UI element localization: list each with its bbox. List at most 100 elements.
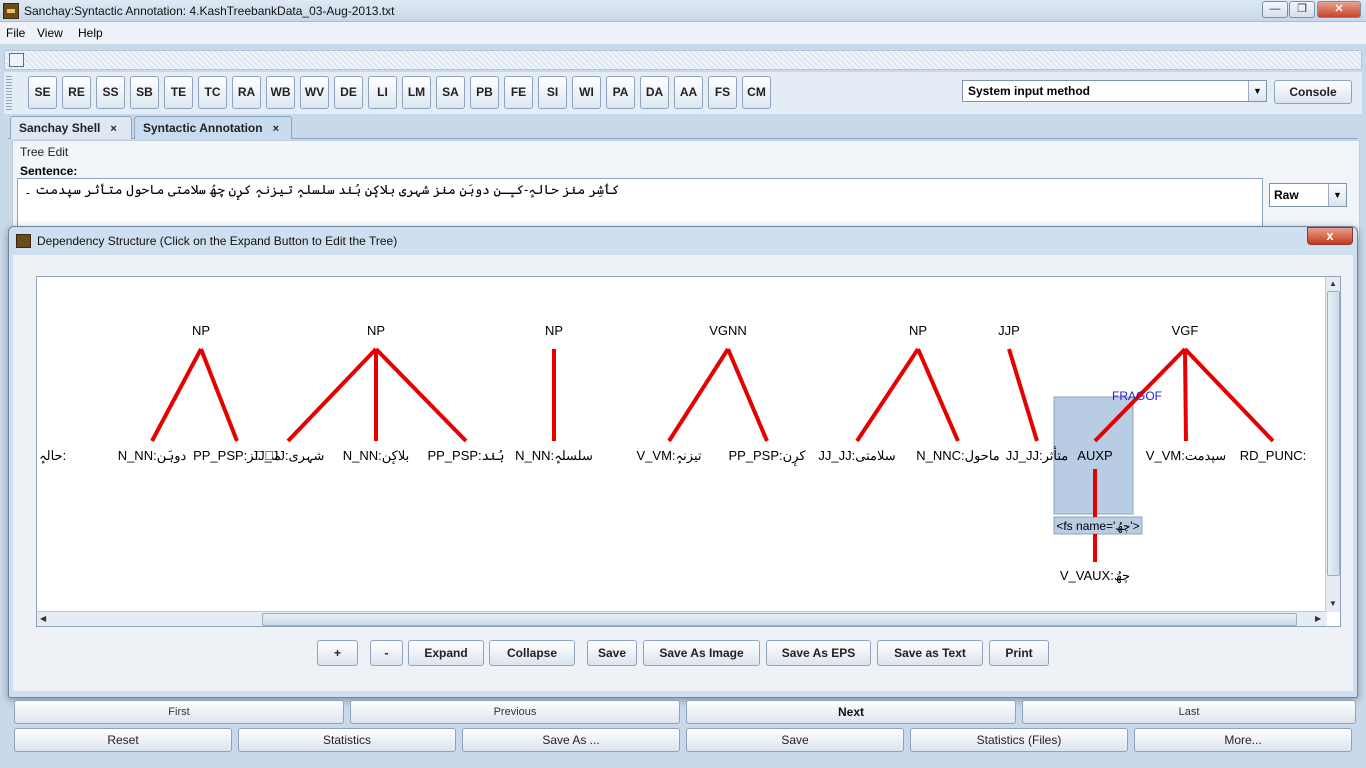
close-dialog-button[interactable]: x	[1307, 227, 1353, 245]
scroll-right-icon[interactable]: ▶	[1315, 614, 1321, 623]
console-button[interactable]: Console	[1274, 80, 1352, 104]
save-as-text-button[interactable]: Save as Text	[877, 640, 983, 666]
reset-button[interactable]: Reset	[14, 728, 232, 752]
word-node: N_NN:سلسلہٕ	[515, 448, 593, 464]
phrase-node: NP	[909, 323, 927, 338]
toolbar-button-si[interactable]: SI	[538, 76, 567, 109]
dependency-edge	[916, 348, 960, 442]
last-button[interactable]: Last	[1022, 700, 1356, 724]
toolbar-button-se[interactable]: SE	[28, 76, 57, 109]
navigation-panel: First Previous Next Last Reset Statistic…	[12, 698, 1360, 764]
toolbar-button-sb[interactable]: SB	[130, 76, 159, 109]
toolbar-button-te[interactable]: TE	[164, 76, 193, 109]
menu-bar: File View Help	[0, 22, 1366, 44]
dependency-edge	[1183, 347, 1275, 443]
more-button[interactable]: More...	[1134, 728, 1352, 752]
close-icon[interactable]: ×	[273, 123, 279, 135]
dependency-edge	[1007, 348, 1039, 442]
window-title: Sanchay:Syntactic Annotation: 4.KashTree…	[24, 4, 395, 18]
toolbar-button-wb[interactable]: WB	[266, 76, 295, 109]
toolbar-button-ra[interactable]: RA	[232, 76, 261, 109]
statistics-files-button[interactable]: Statistics (Files)	[910, 728, 1128, 752]
toolbar-button-wv[interactable]: WV	[300, 76, 329, 109]
vertical-scroll-thumb[interactable]	[1327, 291, 1340, 576]
toolbar-button-aa[interactable]: AA	[674, 76, 703, 109]
word-node: N_NN:دوہَن	[118, 448, 187, 464]
tab-sanchay-shell[interactable]: Sanchay Shell ×	[10, 116, 132, 139]
zoom-in-button[interactable]: +	[317, 640, 358, 666]
tree-canvas[interactable]: NP N_NN:دوہَن PP_PSP:منٛز NP JJ_JJ:شہری N_NN:…	[36, 276, 1341, 627]
word-node: JJ_JJ:سلامتی	[818, 448, 895, 463]
next-button[interactable]: Next	[686, 700, 1016, 724]
save-as-image-button[interactable]: Save As Image	[643, 640, 760, 666]
toolbar-button-cm[interactable]: CM	[742, 76, 771, 109]
toolbar-button-de[interactable]: DE	[334, 76, 363, 109]
save-as-eps-button[interactable]: Save As EPS	[766, 640, 871, 666]
word-node: V_VAUX:چھُ	[1060, 568, 1130, 584]
app-icon	[3, 3, 19, 19]
chevron-down-icon[interactable]: ▼	[1248, 81, 1266, 101]
statistics-button[interactable]: Statistics	[238, 728, 456, 752]
print-button[interactable]: Print	[989, 640, 1049, 666]
word-node: V_VM:سپدمت	[1146, 448, 1226, 464]
dependency-edge	[1183, 348, 1188, 442]
window-icon[interactable]	[9, 53, 24, 67]
tool-strip	[4, 50, 1362, 70]
phrase-node: VGF	[1172, 323, 1199, 338]
title-bar: Sanchay:Syntactic Annotation: 4.KashTree…	[0, 0, 1366, 22]
mode-select[interactable]: Raw ▼	[1269, 183, 1347, 207]
minimize-button[interactable]: —	[1262, 1, 1288, 18]
horizontal-scrollbar[interactable]: ◀ ▶	[37, 611, 1327, 626]
toolbar-button-sa[interactable]: SA	[436, 76, 465, 109]
toolbar-button-li[interactable]: LI	[368, 76, 397, 109]
horizontal-scroll-thumb[interactable]	[262, 613, 1297, 626]
expand-button[interactable]: Expand	[408, 640, 484, 666]
save-button[interactable]: Save	[686, 728, 904, 752]
menu-view[interactable]: View	[37, 26, 63, 40]
toolbar-button-pa[interactable]: PA	[606, 76, 635, 109]
scroll-left-icon[interactable]: ◀	[40, 614, 46, 623]
vertical-scrollbar[interactable]: ▲ ▼	[1325, 277, 1340, 612]
dependency-edge	[150, 348, 203, 442]
tab-bar: Sanchay Shell × Syntactic Annotation ×	[8, 115, 1358, 139]
scroll-up-icon[interactable]: ▲	[1329, 279, 1337, 288]
input-method-select[interactable]: System input method ▼	[962, 80, 1267, 102]
dependency-edge	[855, 347, 920, 443]
close-icon[interactable]: ×	[110, 123, 116, 135]
close-window-button[interactable]: ✕	[1317, 1, 1361, 18]
dependency-tree[interactable]: NPN_NN:دوہَن PP_PSP:منٛزNPJJ_JJ:شہری N_NN:…	[37, 277, 1312, 612]
toolbar-button-fe[interactable]: FE	[504, 76, 533, 109]
word-node: JJ_JJ:متأثر	[1006, 446, 1068, 464]
phrase-node: NP	[192, 323, 210, 338]
tab-label: Sanchay Shell	[19, 121, 101, 135]
toolbar-button-re[interactable]: RE	[62, 76, 91, 109]
scroll-down-icon[interactable]: ▼	[1329, 599, 1337, 608]
dependency-edge	[726, 348, 769, 442]
word-node: PP_PSP:ہُنٛد	[427, 448, 504, 463]
toolbar-button-wi[interactable]: WI	[572, 76, 601, 109]
dependency-edge	[286, 347, 378, 443]
toolbar-button-tc[interactable]: TC	[198, 76, 227, 109]
save-as-button[interactable]: Save As ...	[462, 728, 680, 752]
toolbar-grip[interactable]	[6, 76, 12, 110]
dialog-title: Dependency Structure (Click on the Expan…	[37, 234, 398, 248]
mode-value: Raw	[1274, 188, 1299, 202]
zoom-out-button[interactable]: -	[370, 640, 403, 666]
menu-file[interactable]: File	[6, 26, 25, 40]
tab-label: Syntactic Annotation	[143, 121, 263, 135]
save-tree-button[interactable]: Save	[587, 640, 637, 666]
toolbar-button-lm[interactable]: LM	[402, 76, 431, 109]
toolbar-button-fs[interactable]: FS	[708, 76, 737, 109]
first-button[interactable]: First	[14, 700, 344, 724]
tree-edit-title: Tree Edit	[20, 145, 69, 159]
toolbar-button-ss[interactable]: SS	[96, 76, 125, 109]
maximize-button[interactable]: ❐	[1289, 1, 1315, 18]
tab-syntactic-annotation[interactable]: Syntactic Annotation ×	[134, 116, 292, 139]
menu-help[interactable]: Help	[78, 26, 103, 40]
phrase-node: NP	[367, 323, 385, 338]
chevron-down-icon[interactable]: ▼	[1328, 184, 1346, 206]
toolbar-button-pb[interactable]: PB	[470, 76, 499, 109]
collapse-button[interactable]: Collapse	[489, 640, 575, 666]
previous-button[interactable]: Previous	[350, 700, 680, 724]
toolbar-button-da[interactable]: DA	[640, 76, 669, 109]
